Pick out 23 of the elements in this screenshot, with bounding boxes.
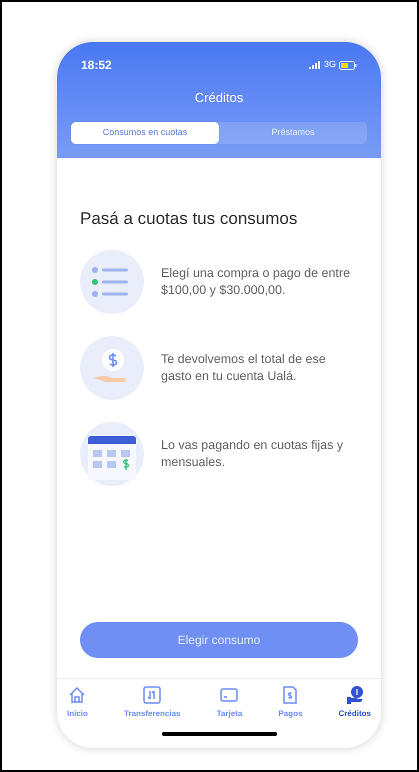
nav-tab[interactable]: Pagos — [278, 685, 302, 748]
nav-tab[interactable]: Créditos — [338, 685, 371, 748]
nav-tab[interactable]: Tarjeta — [216, 685, 242, 748]
screen-title: Créditos — [194, 89, 244, 107]
signal-icon — [308, 61, 321, 69]
battery-icon — [339, 60, 357, 70]
tab[interactable]: Préstamos — [219, 122, 367, 144]
home-icon — [67, 685, 88, 705]
choose-button[interactable]: Elegir consumo — [80, 622, 358, 658]
status-time: 18:52 — [81, 57, 112, 74]
step-text: Elegí una compra o pago de entre $100,00 y $30.000,00. — [161, 265, 352, 299]
calendar-icon — [80, 422, 144, 486]
tab[interactable]: Consumos en cuotas — [71, 122, 219, 144]
step-text: Lo vas pagando en cuotas fijas y mensuales. — [161, 437, 344, 471]
coin-hand-icon — [344, 685, 365, 705]
list-icon — [80, 250, 144, 314]
transfer-icon — [142, 685, 162, 705]
nav-tab[interactable]: Transferencias — [124, 685, 180, 748]
section-heading: Pasá a cuotas tus consumos — [80, 209, 298, 228]
coin-hand-icon — [80, 336, 144, 400]
network-type: 3G — [324, 58, 336, 72]
nav-tab[interactable]: Inicio — [67, 685, 88, 748]
step-text: Te devolvemos el total de ese gasto en tu cuenta Ualá. — [161, 351, 327, 385]
